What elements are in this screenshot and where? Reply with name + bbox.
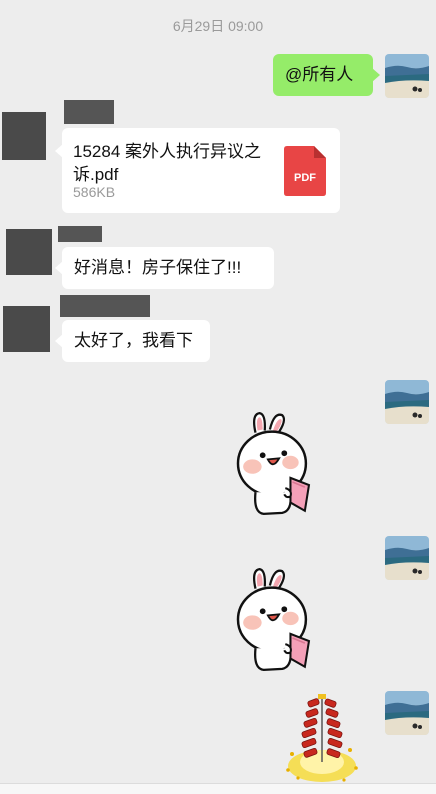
sender-name bbox=[60, 295, 150, 317]
pdf-icon-label: PDF bbox=[294, 172, 316, 184]
bunny-sticker[interactable] bbox=[232, 566, 316, 674]
chat-timestamp: 6月29日 09:00 bbox=[172, 18, 264, 34]
file-size: 586KB bbox=[73, 184, 116, 200]
beach-avatar-image bbox=[385, 54, 429, 98]
bunny-sticker[interactable] bbox=[232, 410, 316, 518]
firecracker-sticker[interactable] bbox=[280, 692, 364, 784]
beach-avatar-image bbox=[385, 380, 429, 424]
file-message-card[interactable]: 15284 案外人执行异议之诉.pdf 586KB PDF bbox=[55, 128, 340, 213]
sender-avatar[interactable] bbox=[2, 112, 46, 160]
file-name: 15284 案外人执行异议之诉.pdf bbox=[73, 142, 261, 184]
my-avatar[interactable] bbox=[385, 54, 429, 98]
sender-avatar[interactable] bbox=[3, 306, 50, 352]
message-text: @所有人 bbox=[285, 65, 354, 84]
pdf-file-icon: PDF bbox=[284, 146, 326, 196]
message-text: 好消息！房子保住了!!! bbox=[74, 258, 242, 277]
my-avatar[interactable] bbox=[385, 691, 429, 735]
message-bubble-mention-all[interactable]: @所有人 bbox=[273, 54, 380, 96]
input-bar[interactable] bbox=[0, 783, 436, 794]
my-avatar[interactable] bbox=[385, 536, 429, 580]
sender-avatar[interactable] bbox=[6, 229, 52, 275]
sender-name bbox=[64, 100, 114, 124]
beach-avatar-image bbox=[385, 536, 429, 580]
message-text: 太好了，我看下 bbox=[74, 331, 193, 350]
message-bubble-reply[interactable]: 太好了，我看下 bbox=[55, 320, 210, 362]
my-avatar[interactable] bbox=[385, 380, 429, 424]
sender-name bbox=[58, 226, 102, 242]
beach-avatar-image bbox=[385, 691, 429, 735]
message-bubble-good-news[interactable]: 好消息！房子保住了!!! bbox=[55, 247, 274, 289]
